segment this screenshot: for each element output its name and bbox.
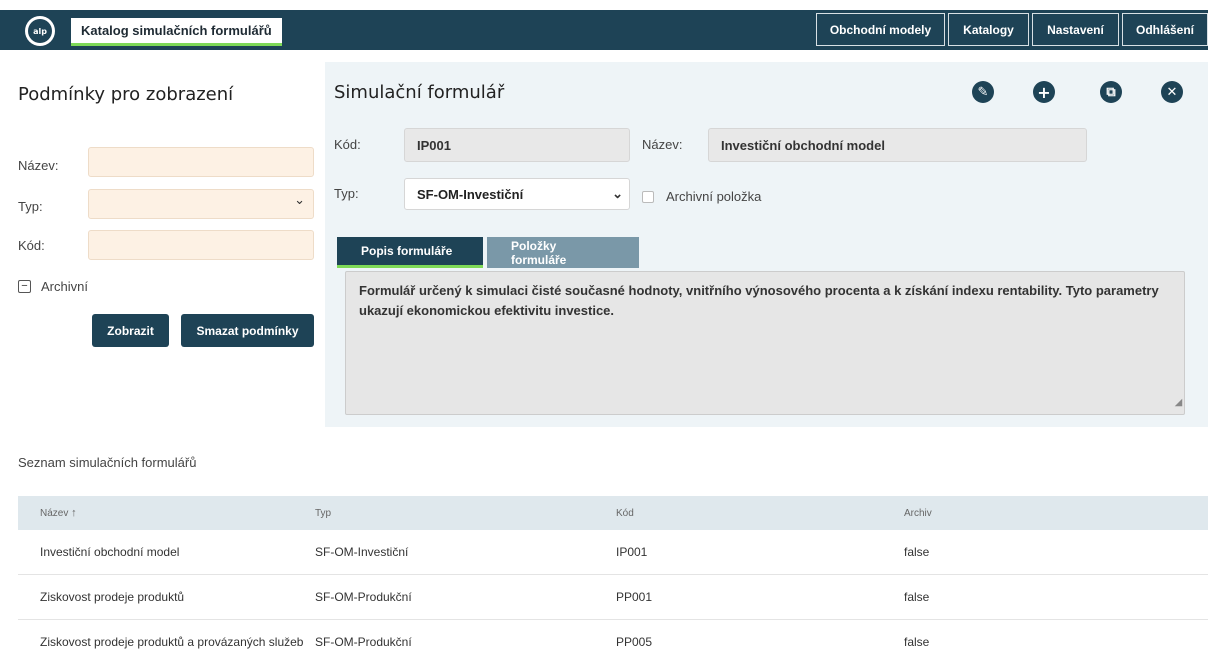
add-icon[interactable]: + <box>1033 81 1055 103</box>
type-filter-select[interactable] <box>88 189 314 219</box>
cell-name: Investiční obchodní model <box>40 545 180 559</box>
code-filter-label: Kód: <box>18 238 45 253</box>
type-filter-label: Typ: <box>18 199 43 214</box>
type-select[interactable]: SF-OM-Investiční ⌄ <box>404 178 630 210</box>
archive-item-label: Archivní položka <box>666 189 762 204</box>
minus-icon: − <box>18 280 31 293</box>
form-panel: Simulační formulář ✎ + ⧉ ✕ Kód: IP001 Ná… <box>325 62 1208 427</box>
list-title: Seznam simulačních formulářů <box>18 455 197 470</box>
tab-form-items[interactable]: Položky formuláře <box>487 237 639 268</box>
code-label: Kód: <box>334 137 361 152</box>
table-header: Název ↑ Typ Kód Archiv <box>18 496 1208 530</box>
nav-obchodni-modely[interactable]: Obchodní modely <box>816 13 945 46</box>
form-tabs: Popis formuláře Položky formuláře <box>337 237 643 268</box>
type-label: Typ: <box>334 186 359 201</box>
filter-title: Podmínky pro zobrazení <box>18 84 234 105</box>
nav-nastaveni[interactable]: Nastavení <box>1032 13 1119 46</box>
checkbox-box <box>642 190 654 203</box>
chevron-down-icon: ⌄ <box>612 186 623 201</box>
logo[interactable]: alp <box>25 16 55 46</box>
logo-text: alp <box>28 19 52 43</box>
cell-archive: false <box>904 545 930 559</box>
forms-table: Název ↑ Typ Kód Archiv Investiční obchod… <box>18 496 1208 661</box>
cell-code: PP001 <box>616 590 653 604</box>
description-text: Formulář určený k simulaci čisté současn… <box>359 283 1159 318</box>
resize-handle-icon[interactable]: ◢ <box>1175 392 1182 412</box>
cell-code: PP005 <box>616 635 653 649</box>
cell-archive: false <box>904 635 930 649</box>
table-row[interactable]: Ziskovost prodeje produktů SF-OM-Produkč… <box>18 575 1208 620</box>
top-bar: alp Katalog simulačních formulářů Obchod… <box>0 10 1208 50</box>
column-header-code[interactable]: Kód <box>616 508 634 519</box>
name-field[interactable]: Investiční obchodní model <box>708 128 1087 162</box>
show-button[interactable]: Zobrazit <box>92 314 169 347</box>
close-icon[interactable]: ✕ <box>1161 81 1183 103</box>
archive-filter-label: Archivní <box>41 279 88 294</box>
column-header-archive[interactable]: Archiv <box>904 508 932 519</box>
cell-code: IP001 <box>616 545 648 559</box>
cell-archive: false <box>904 590 930 604</box>
filter-panel: Podmínky pro zobrazení Název: Typ: Kód: … <box>0 62 325 432</box>
archive-item-checkbox[interactable]: Archivní položka <box>642 189 761 204</box>
app-title-tab[interactable]: Katalog simulačních formulářů <box>71 18 282 46</box>
column-header-name-label: Název <box>40 508 69 519</box>
name-filter-label: Název: <box>18 158 59 173</box>
copy-icon[interactable]: ⧉ <box>1100 81 1122 103</box>
sort-ascending-icon: ↑ <box>71 507 77 519</box>
cell-name: Ziskovost prodeje produktů a provázaných… <box>40 635 304 649</box>
nav-katalogy[interactable]: Katalogy <box>948 13 1029 46</box>
code-filter-input[interactable] <box>88 230 314 260</box>
cell-type: SF-OM-Produkční <box>315 590 412 604</box>
cell-type: SF-OM-Investiční <box>315 545 409 559</box>
type-select-value: SF-OM-Investiční <box>417 186 524 202</box>
table-row[interactable]: Ziskovost prodeje produktů a provázaných… <box>18 620 1208 661</box>
table-row[interactable]: Investiční obchodní model SF-OM-Investič… <box>18 530 1208 575</box>
description-textarea[interactable]: Formulář určený k simulaci čisté současn… <box>345 271 1185 415</box>
column-header-name[interactable]: Název ↑ <box>40 507 77 519</box>
form-title: Simulační formulář <box>334 82 505 103</box>
top-nav: Obchodní modely Katalogy Nastavení Odhlá… <box>813 13 1208 46</box>
name-label: Název: <box>642 137 683 152</box>
name-filter-input[interactable] <box>88 147 314 177</box>
column-header-type[interactable]: Typ <box>315 508 331 519</box>
clear-conditions-button[interactable]: Smazat podmínky <box>181 314 314 347</box>
cell-name: Ziskovost prodeje produktů <box>40 590 185 604</box>
code-field[interactable]: IP001 <box>404 128 630 162</box>
archive-filter-checkbox[interactable]: − Archivní <box>18 279 88 294</box>
edit-icon[interactable]: ✎ <box>972 81 994 103</box>
tab-form-description[interactable]: Popis formuláře <box>337 237 483 268</box>
nav-odhlaseni[interactable]: Odhlášení <box>1122 13 1208 46</box>
cell-type: SF-OM-Produkční <box>315 635 412 649</box>
